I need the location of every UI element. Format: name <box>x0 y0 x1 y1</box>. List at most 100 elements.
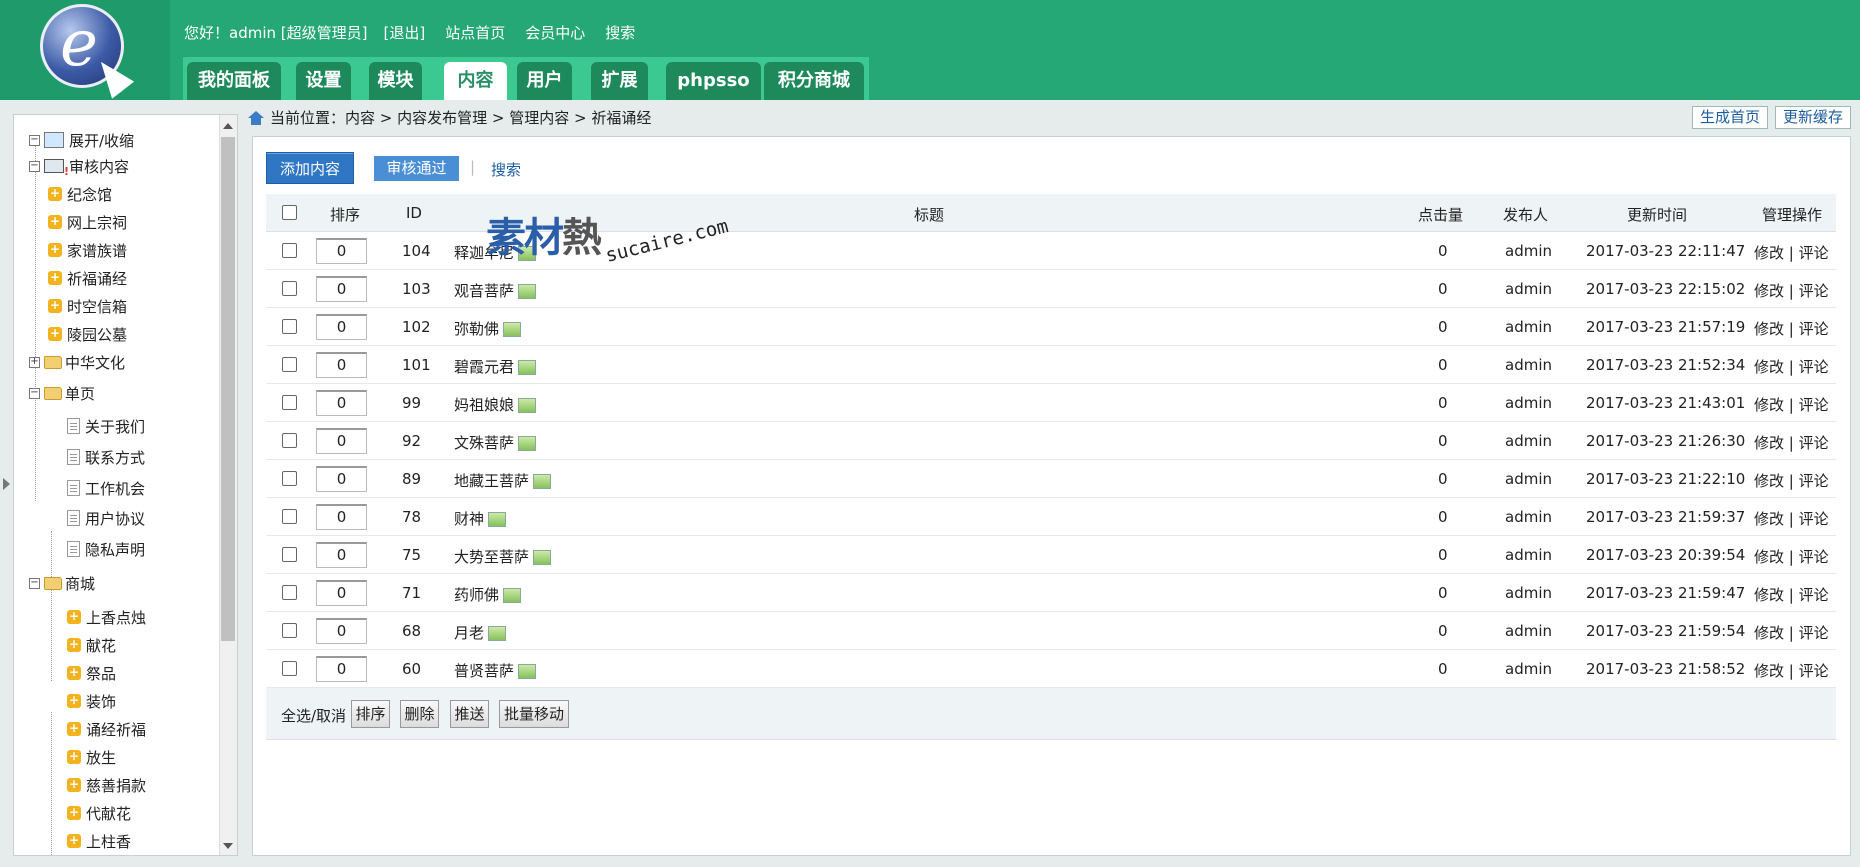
search-link[interactable]: 搜索 <box>605 22 635 43</box>
order-input[interactable]: 0 <box>316 542 367 568</box>
row-title[interactable]: 财神 <box>454 508 507 529</box>
tree-node[interactable]: 隐私声明 <box>67 539 145 559</box>
title-text[interactable]: 月老 <box>454 624 484 642</box>
tree-node[interactable]: + 上柱香 <box>67 831 131 851</box>
edit-link[interactable]: 修改 <box>1754 586 1784 604</box>
tree-node[interactable]: + 家谱族谱 <box>48 240 127 260</box>
order-input[interactable]: 0 <box>316 428 367 454</box>
site-home-link[interactable]: 站点首页 <box>445 22 505 43</box>
title-text[interactable]: 财神 <box>454 510 484 528</box>
tree-node[interactable]: 联系方式 <box>67 447 145 467</box>
tree-node-culture[interactable]: + 中华文化 <box>29 352 125 372</box>
tree-node[interactable]: 工作机会 <box>67 478 145 498</box>
comment-link[interactable]: 评论 <box>1799 358 1829 376</box>
tab-settings[interactable]: 设置 <box>296 62 351 100</box>
scroll-down-icon[interactable] <box>223 843 233 849</box>
collapse-icon[interactable]: − <box>29 134 40 146</box>
comment-link[interactable]: 评论 <box>1799 624 1829 642</box>
row-checkbox[interactable] <box>282 433 297 448</box>
row-title[interactable]: 文殊菩萨 <box>454 432 537 453</box>
tree-node[interactable]: + 代献花 <box>67 803 131 823</box>
comment-link[interactable]: 评论 <box>1799 472 1829 490</box>
title-text[interactable]: 弥勒佛 <box>454 320 499 338</box>
tree-node[interactable]: + 慈善捐款 <box>67 775 146 795</box>
row-checkbox[interactable] <box>282 509 297 524</box>
generate-home-button[interactable]: 生成首页 <box>1692 106 1768 129</box>
sidebar-collapse-arrow-icon[interactable] <box>3 478 10 490</box>
edit-link[interactable]: 修改 <box>1754 434 1784 452</box>
title-text[interactable]: 普贤菩萨 <box>454 662 514 680</box>
collapse-icon[interactable]: − <box>29 577 40 589</box>
tree-expand-collapse[interactable]: − 展开/收缩 <box>29 130 134 150</box>
edit-link[interactable]: 修改 <box>1754 358 1784 376</box>
scroll-up-icon[interactable] <box>223 123 233 129</box>
order-input[interactable]: 0 <box>316 390 367 416</box>
row-checkbox[interactable] <box>282 471 297 486</box>
order-input[interactable]: 0 <box>316 466 367 492</box>
row-title[interactable]: 弥勒佛 <box>454 318 522 339</box>
logout-link[interactable]: [退出] <box>383 22 425 43</box>
tree-node[interactable]: + 纪念馆 <box>48 184 112 204</box>
tree-node-audit[interactable]: − 审核内容 <box>29 156 129 178</box>
comment-link[interactable]: 评论 <box>1799 434 1829 452</box>
tree-node[interactable]: 用户协议 <box>67 508 145 528</box>
row-title[interactable]: 大势至菩萨 <box>454 546 552 567</box>
comment-link[interactable]: 评论 <box>1799 282 1829 300</box>
row-title[interactable]: 观音菩萨 <box>454 280 537 301</box>
order-input[interactable]: 0 <box>316 276 367 302</box>
edit-link[interactable]: 修改 <box>1754 624 1784 642</box>
order-input[interactable]: 0 <box>316 352 367 378</box>
edit-link[interactable]: 修改 <box>1754 320 1784 338</box>
scrollbar-thumb[interactable] <box>221 137 235 641</box>
order-input[interactable]: 0 <box>316 238 367 264</box>
title-text[interactable]: 观音菩萨 <box>454 282 514 300</box>
row-checkbox[interactable] <box>282 319 297 334</box>
update-cache-button[interactable]: 更新缓存 <box>1775 106 1851 129</box>
row-checkbox[interactable] <box>282 395 297 410</box>
comment-link[interactable]: 评论 <box>1799 320 1829 338</box>
comment-link[interactable]: 评论 <box>1799 548 1829 566</box>
row-checkbox[interactable] <box>282 623 297 638</box>
comment-link[interactable]: 评论 <box>1799 586 1829 604</box>
tree-node-single-page[interactable]: − 单页 <box>29 383 95 403</box>
tree-node[interactable]: + 时空信箱 <box>48 296 127 316</box>
row-checkbox[interactable] <box>282 243 297 258</box>
tab-extensions[interactable]: 扩展 <box>591 62 648 100</box>
order-input[interactable]: 0 <box>316 656 367 682</box>
collapse-icon[interactable]: − <box>29 160 40 172</box>
tab-my-panel[interactable]: 我的面板 <box>187 62 281 100</box>
edit-link[interactable]: 修改 <box>1754 472 1784 490</box>
batch-move-button[interactable]: 批量移动 <box>499 700 569 728</box>
title-text[interactable]: 大势至菩萨 <box>454 548 529 566</box>
member-center-link[interactable]: 会员中心 <box>525 22 585 43</box>
logo[interactable]: e <box>0 0 170 100</box>
order-input[interactable]: 0 <box>316 504 367 530</box>
row-title[interactable]: 碧霞元君 <box>454 356 537 377</box>
tree-node[interactable]: + 祈福诵经 <box>48 268 127 288</box>
tree-node[interactable]: 关于我们 <box>67 416 145 436</box>
push-button[interactable]: 推送 <box>450 700 489 728</box>
edit-link[interactable]: 修改 <box>1754 244 1784 262</box>
title-text[interactable]: 妈祖娘娘 <box>454 396 514 414</box>
title-text[interactable]: 碧霞元君 <box>454 358 514 376</box>
row-title[interactable]: 月老 <box>454 622 507 643</box>
comment-link[interactable]: 评论 <box>1799 396 1829 414</box>
approve-button[interactable]: 审核通过 <box>374 156 459 181</box>
search-link[interactable]: 搜索 <box>491 159 521 180</box>
tree-node[interactable]: + 上香点烛 <box>67 607 146 627</box>
edit-link[interactable]: 修改 <box>1754 548 1784 566</box>
row-checkbox[interactable] <box>282 357 297 372</box>
select-all-toggle[interactable]: 全选/取消 <box>281 705 346 726</box>
row-checkbox[interactable] <box>282 547 297 562</box>
row-checkbox[interactable] <box>282 661 297 676</box>
edit-link[interactable]: 修改 <box>1754 396 1784 414</box>
sidebar-scrollbar[interactable] <box>219 115 237 855</box>
tree-node[interactable]: + 网上宗祠 <box>48 212 127 232</box>
comment-link[interactable]: 评论 <box>1799 662 1829 680</box>
tree-node-mall[interactable]: − 商城 <box>29 573 95 593</box>
row-checkbox[interactable] <box>282 281 297 296</box>
order-input[interactable]: 0 <box>316 618 367 644</box>
tab-users[interactable]: 用户 <box>517 62 572 100</box>
row-title[interactable]: 地藏王菩萨 <box>454 470 552 491</box>
tab-content[interactable]: 内容 <box>444 62 507 100</box>
